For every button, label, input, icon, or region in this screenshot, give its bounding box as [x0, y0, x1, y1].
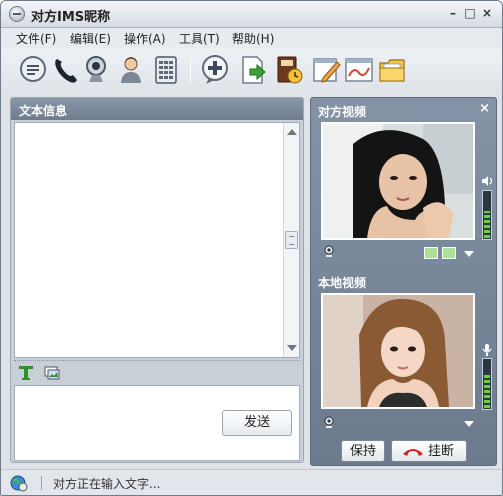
- chat-bubble-icon: [9, 6, 25, 22]
- folder-icon[interactable]: [377, 54, 407, 86]
- window-title: 对方IMS昵称: [31, 10, 111, 25]
- snapshot-button[interactable]: [424, 247, 438, 259]
- toolbar: [1, 48, 502, 94]
- fullscreen-button[interactable]: [442, 247, 456, 259]
- menu-action[interactable]: 操作(A): [124, 30, 166, 47]
- divider: [14, 360, 300, 361]
- typing-status-text: 对方正在输入文字...: [53, 477, 161, 491]
- phone-icon[interactable]: [50, 54, 80, 86]
- video-panel: 对方视频 × 本地视频 保持 挂断: [310, 97, 497, 466]
- local-video-dropdown-icon[interactable]: [464, 421, 474, 427]
- send-file-icon[interactable]: [238, 54, 268, 86]
- status-separator: [41, 476, 42, 490]
- menu-tools[interactable]: 工具(T): [179, 30, 220, 47]
- chat-icon[interactable]: [18, 54, 48, 86]
- message-scrollbar[interactable]: [283, 123, 299, 357]
- remote-video-label: 对方视频: [318, 105, 367, 119]
- hangup-label: 挂断: [427, 443, 454, 458]
- remote-speaker-icon[interactable]: [480, 174, 494, 188]
- contact-icon[interactable]: [116, 54, 146, 86]
- title-bar[interactable]: 对方IMS昵称 – □ ×: [1, 1, 502, 28]
- microphone-icon[interactable]: [480, 343, 494, 357]
- message-input[interactable]: 发送: [14, 385, 300, 461]
- remote-video-feed: [321, 122, 475, 240]
- format-bar: [14, 362, 300, 384]
- message-history[interactable]: [14, 122, 300, 358]
- remote-volume-level: [484, 211, 490, 238]
- scroll-thumb[interactable]: [285, 231, 298, 249]
- edit-icon[interactable]: [311, 54, 341, 86]
- send-button[interactable]: 发送: [222, 410, 292, 436]
- toolbar-separator: [190, 58, 191, 84]
- notebook-icon[interactable]: [274, 54, 304, 86]
- menu-file[interactable]: 文件(F): [16, 30, 56, 47]
- add-icon[interactable]: [200, 54, 230, 86]
- local-video-label: 本地视频: [318, 276, 367, 290]
- panel-title: 文本信息: [19, 104, 68, 118]
- ims-video-chat-window: 对方IMS昵称 – □ × 文件(F) 编辑(E) 操作(A) 工具(T) 帮助…: [0, 0, 503, 496]
- close-button[interactable]: ×: [480, 5, 494, 21]
- webcam-icon[interactable]: [81, 54, 111, 86]
- menu-edit[interactable]: 编辑(E): [70, 30, 111, 47]
- local-video-feed: [321, 293, 475, 409]
- hangup-button[interactable]: 挂断: [391, 440, 467, 462]
- local-volume-bar[interactable]: [482, 358, 492, 410]
- text-message-panel: 文本信息 发送: [10, 97, 304, 463]
- remote-volume-bar[interactable]: [482, 190, 492, 240]
- keypad-icon[interactable]: [151, 54, 181, 86]
- hold-button[interactable]: 保持: [341, 440, 385, 462]
- remote-webcam-icon[interactable]: [322, 244, 336, 258]
- whiteboard-icon[interactable]: [344, 54, 374, 86]
- remote-video-dropdown-icon[interactable]: [464, 251, 474, 257]
- maximize-button[interactable]: □: [463, 5, 477, 21]
- menu-help[interactable]: 帮助(H): [232, 30, 274, 47]
- menu-bar: 文件(F) 编辑(E) 操作(A) 工具(T) 帮助(H): [1, 28, 502, 48]
- hangup-phone-icon: [403, 449, 423, 456]
- scroll-down-icon[interactable]: [287, 345, 297, 351]
- status-bar: 对方正在输入文字...: [1, 469, 502, 495]
- network-globe-icon[interactable]: [10, 474, 28, 492]
- scroll-up-icon[interactable]: [287, 129, 297, 135]
- local-webcam-icon[interactable]: [322, 415, 336, 429]
- screen-capture-icon[interactable]: [44, 365, 60, 381]
- font-icon[interactable]: [18, 365, 34, 381]
- local-volume-level: [484, 372, 490, 408]
- video-panel-close-icon[interactable]: ×: [479, 101, 490, 116]
- minimize-button[interactable]: –: [446, 5, 460, 21]
- panel-header: 文本信息: [11, 98, 303, 120]
